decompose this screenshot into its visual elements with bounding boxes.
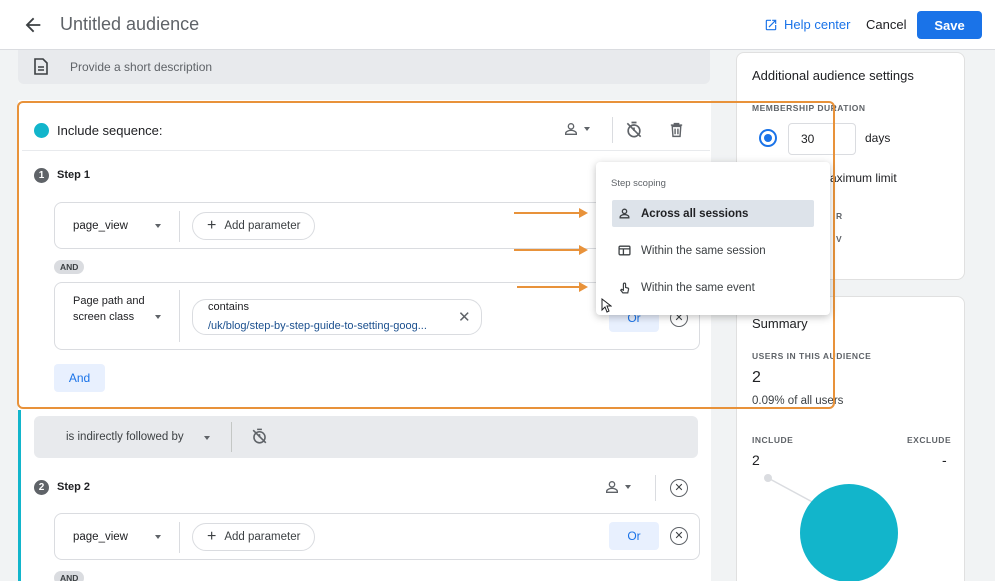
include-circle (800, 484, 898, 581)
scoping-option-label: Within the same event (641, 281, 755, 294)
annotation-arrow-head (579, 282, 588, 292)
event-row-2 (54, 513, 700, 560)
chevron-down-icon[interactable] (204, 436, 210, 440)
description-placeholder: Provide a short description (70, 60, 213, 74)
step-2-number: 2 (34, 480, 49, 495)
or-button[interactable]: Or (609, 522, 659, 550)
page-title: Untitled audience (60, 14, 200, 34)
annotation-arrow-line (514, 212, 580, 214)
header-divider (655, 475, 656, 501)
duration-unit: days (865, 131, 891, 145)
event-name[interactable]: page_view (73, 531, 128, 543)
plus-icon: + (207, 528, 217, 545)
row-divider (179, 522, 180, 553)
timer-off-icon[interactable] (250, 427, 269, 446)
back-arrow-icon[interactable] (22, 14, 44, 36)
chart-connector (767, 477, 819, 506)
scoping-option-label: Within the same session (641, 244, 766, 257)
scoping-option-same-event[interactable]: Within the same event (612, 274, 814, 301)
chevron-down-icon[interactable] (155, 535, 161, 539)
annotation-arrow-line (514, 249, 580, 251)
step-2-scoping-dropdown[interactable] (604, 479, 631, 495)
followed-by-select[interactable]: is indirectly followed by (66, 431, 184, 443)
settings-title: Additional audience settings (752, 68, 914, 83)
partial-label: R (836, 211, 843, 221)
add-parameter-label: Add parameter (224, 531, 301, 543)
scoping-option-all-sessions[interactable]: Across all sessions (612, 200, 814, 227)
bar-divider (231, 422, 232, 452)
chevron-down-icon (625, 485, 631, 489)
scoping-option-label: Across all sessions (641, 207, 749, 220)
save-button[interactable]: Save (917, 11, 982, 39)
scoping-option-same-session[interactable]: Within the same session (612, 237, 814, 264)
remove-step-icon[interactable]: ✕ (670, 479, 688, 497)
person-icon (619, 208, 630, 219)
mouse-cursor-icon (601, 298, 612, 313)
help-center-label: Help center (784, 17, 851, 32)
document-icon (34, 58, 48, 75)
open-external-icon (765, 19, 777, 30)
help-center-link[interactable]: Help center (764, 17, 850, 32)
session-icon (618, 245, 631, 256)
include-label: INCLUDE (752, 435, 794, 445)
person-icon (606, 480, 618, 493)
annotation-arrow-head (579, 245, 588, 255)
audience-chart (764, 474, 898, 581)
chart-point (764, 474, 772, 482)
add-parameter-button[interactable]: + Add parameter (192, 523, 316, 551)
remove-condition-icon[interactable]: ✕ (670, 527, 688, 545)
step-scoping-title: Step scoping (611, 178, 666, 189)
partial-label-2: V (836, 234, 843, 244)
exclude-label: EXCLUDE (907, 435, 952, 445)
step-2-label: Step 2 (57, 481, 91, 493)
touch-icon (619, 282, 630, 293)
maximum-limit-label: aximum limit (830, 171, 897, 185)
annotation-arrow-head (579, 208, 588, 218)
and-connector: AND (54, 571, 85, 581)
annotation-arrow-line (517, 286, 580, 288)
cancel-button[interactable]: Cancel (866, 17, 906, 32)
